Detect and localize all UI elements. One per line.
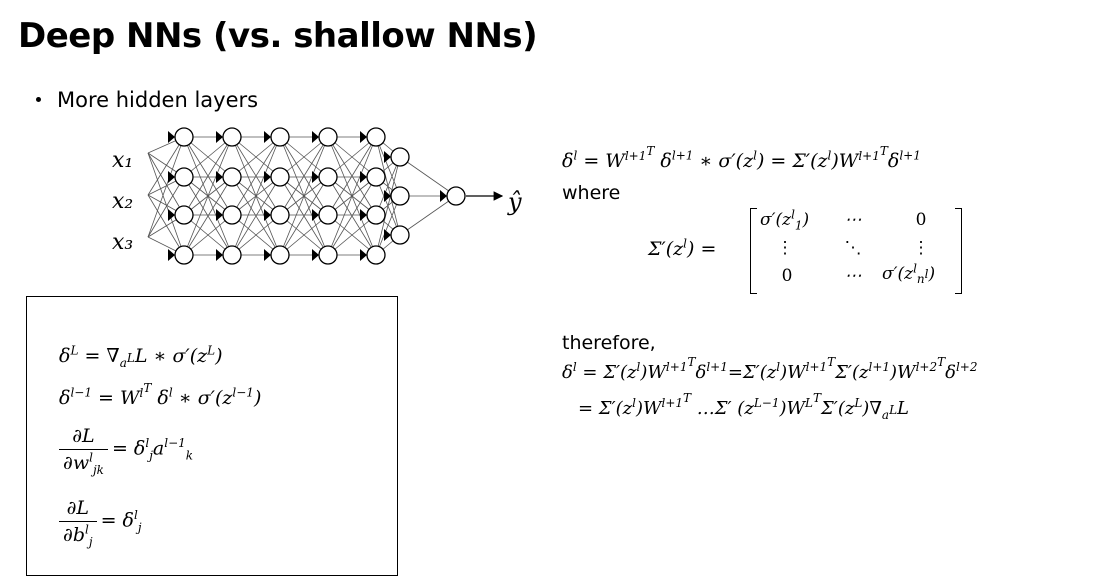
node-input-arrowhead bbox=[384, 151, 391, 163]
node-input-arrowhead bbox=[312, 209, 319, 221]
eq-delta-L: δL = ∇aLL ∗ σ′(zL) bbox=[59, 343, 223, 370]
network-node bbox=[222, 245, 242, 265]
therefore-label: therefore, bbox=[562, 332, 656, 354]
network-node bbox=[270, 167, 290, 187]
input-label-x3: x₃ bbox=[112, 230, 133, 255]
matrix-cell-1-3: 0 bbox=[915, 210, 927, 230]
matrix-cell-3-1: 0 bbox=[781, 266, 793, 286]
network-edges bbox=[147, 136, 457, 256]
matrix-cell-3-2: ⋯ bbox=[844, 266, 862, 286]
network-node bbox=[366, 245, 386, 265]
network-node bbox=[318, 127, 338, 147]
network-node bbox=[270, 245, 290, 265]
network-node bbox=[446, 186, 466, 206]
eq-main-delta: δl = Wl+1T δl+1 ∗ σ′(zl) = Σ′(zl)Wl+1Tδl… bbox=[562, 143, 921, 172]
network-node bbox=[390, 147, 410, 167]
network-node bbox=[318, 205, 338, 225]
node-input-arrowhead bbox=[216, 249, 223, 261]
matrix-cell-1-2: ⋯ bbox=[844, 210, 862, 230]
eq-therefore-1: δl = Σ′(zl)Wl+1Tδl+1=Σ′(zl)Wl+1TΣ′(zl+1)… bbox=[562, 355, 978, 383]
network-node bbox=[174, 205, 194, 225]
node-input-arrowhead bbox=[360, 131, 367, 143]
node-input-arrowhead bbox=[440, 190, 447, 202]
output-label-yhat: ŷ bbox=[507, 188, 522, 216]
node-input-arrowhead bbox=[216, 209, 223, 221]
matrix-cell-2-1: ⋮ bbox=[776, 238, 794, 258]
network-node bbox=[222, 167, 242, 187]
network-node bbox=[174, 167, 194, 187]
network-node bbox=[318, 167, 338, 187]
matrix-cell-1-1: σ′(zl1) bbox=[760, 207, 810, 233]
node-input-arrowhead bbox=[264, 209, 271, 221]
matrix-cell-2-2: ⋱ bbox=[844, 238, 862, 258]
network-node bbox=[174, 127, 194, 147]
network-node bbox=[270, 127, 290, 147]
network-node bbox=[366, 127, 386, 147]
eq-dL-db: ∂L ∂blj = δlj bbox=[59, 497, 142, 548]
eq-delta-l-minus-1: δl−1 = WlT δl ∗ σ′(zl−1) bbox=[59, 380, 262, 409]
network-node bbox=[174, 245, 194, 265]
network-edge bbox=[399, 195, 457, 236]
network-node bbox=[390, 186, 410, 206]
network-node bbox=[366, 167, 386, 187]
matrix-cell-3-3: σ′(zlnl) bbox=[882, 261, 936, 287]
node-input-arrowhead bbox=[264, 171, 271, 183]
node-input-arrowhead bbox=[216, 131, 223, 143]
slide-title: Deep NNs (vs. shallow NNs) bbox=[18, 16, 538, 56]
matrix-right-bracket bbox=[955, 208, 962, 294]
network-edge bbox=[399, 156, 457, 197]
where-label: where bbox=[562, 182, 621, 204]
bullet-dot bbox=[36, 96, 41, 102]
network-node bbox=[390, 225, 410, 245]
node-input-arrowhead bbox=[384, 229, 391, 241]
node-input-arrowhead bbox=[168, 249, 175, 261]
sigma-prime-def: Σ′(zl) = bbox=[648, 236, 717, 260]
node-input-arrowhead bbox=[360, 209, 367, 221]
equations-box: δL = ∇aLL ∗ σ′(zL) δl−1 = WlT δl ∗ σ′(zl… bbox=[26, 296, 398, 576]
eq-dL-dw: ∂L ∂wljk = δljal−1k bbox=[59, 425, 193, 476]
input-label-x2: x₂ bbox=[112, 189, 133, 214]
network-node bbox=[366, 205, 386, 225]
sigma-matrix: σ′(zl1) ⋯ 0 ⋮ ⋱ ⋮ 0 ⋯ σ′(zlnl) bbox=[750, 208, 962, 294]
network-node bbox=[222, 127, 242, 147]
network-node bbox=[222, 205, 242, 225]
bullet-item: More hidden layers bbox=[36, 88, 258, 112]
node-input-arrowhead bbox=[360, 249, 367, 261]
node-input-arrowhead bbox=[264, 249, 271, 261]
node-input-arrowhead bbox=[360, 171, 367, 183]
network-node bbox=[318, 245, 338, 265]
eq-therefore-2: = Σ′(zl)Wl+1T …Σ′ (zL−1)WLTΣ′(zL)∇aLL bbox=[578, 391, 909, 422]
node-input-arrowhead bbox=[312, 171, 319, 183]
node-input-arrowhead bbox=[216, 171, 223, 183]
matrix-cell-2-3: ⋮ bbox=[912, 238, 930, 258]
bullet-text: More hidden layers bbox=[57, 88, 259, 112]
network-node bbox=[270, 205, 290, 225]
node-input-arrowhead bbox=[312, 249, 319, 261]
input-label-x1: x₁ bbox=[112, 148, 133, 173]
matrix-left-bracket bbox=[750, 208, 757, 294]
node-input-arrowhead bbox=[312, 131, 319, 143]
node-input-arrowhead bbox=[384, 190, 391, 202]
node-input-arrowhead bbox=[264, 131, 271, 143]
